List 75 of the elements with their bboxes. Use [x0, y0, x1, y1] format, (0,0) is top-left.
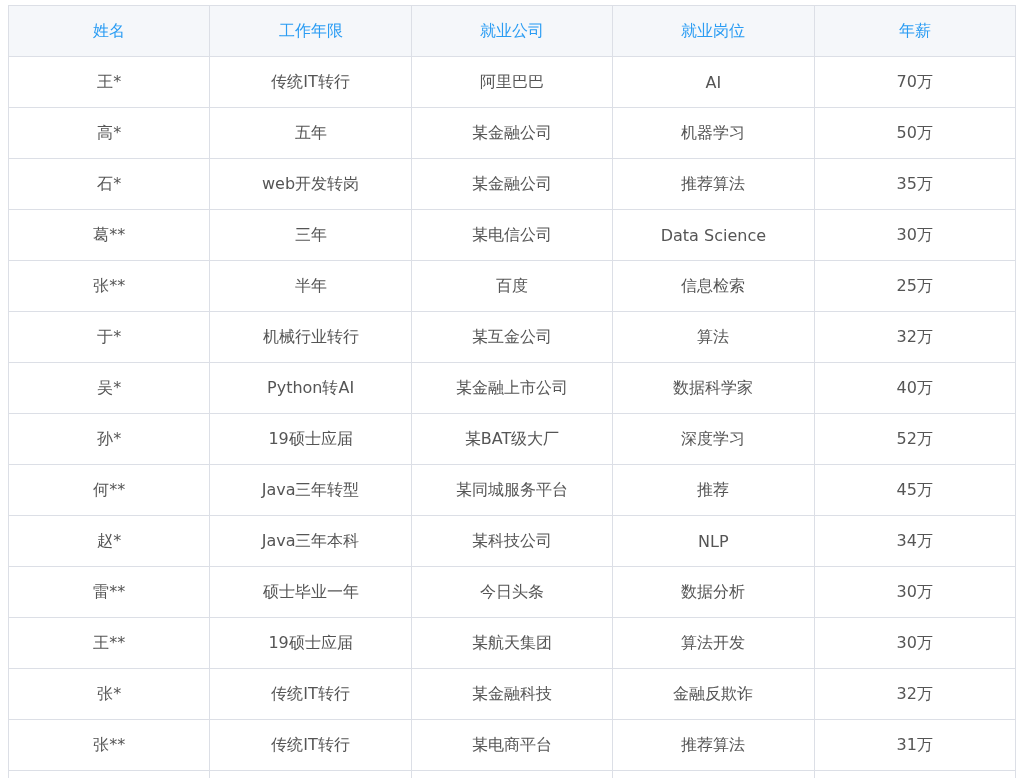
table-cell: 深度学习: [612, 413, 815, 465]
table-cell: 何**: [8, 464, 210, 516]
table-cell: 某同城服务平台: [411, 464, 613, 516]
table-cell: 阿里巴巴: [411, 56, 613, 108]
table-cell: 百度: [411, 260, 613, 312]
table-cell: 张*: [8, 668, 210, 720]
table-cell: 传统IT转行: [209, 56, 412, 108]
table-cell: 于*: [8, 311, 210, 363]
table-cell: 某金融公司: [411, 158, 613, 210]
table-cell: 三年: [209, 209, 412, 261]
table-cell: Data Science: [612, 209, 815, 261]
table-cell: AI: [612, 56, 815, 108]
table-cell: 30万: [814, 566, 1016, 618]
table-cell: Java三年转型: [209, 464, 412, 516]
column-header: 就业岗位: [612, 5, 815, 57]
table-cell: 机械行业转行: [209, 311, 412, 363]
table-cell: NLP: [612, 515, 815, 567]
table-cell: 传统IT转行: [209, 719, 412, 771]
table-cell: 45万: [814, 464, 1016, 516]
table-cell: 40万: [814, 362, 1016, 414]
table-cell: 葛**: [8, 209, 210, 261]
table-cell: 赵*: [8, 515, 210, 567]
table-cell: 32万: [814, 311, 1016, 363]
table-cell: 算法: [612, 311, 815, 363]
table-cell: Python转AI: [209, 362, 412, 414]
table-cell: 某金融上市公司: [411, 362, 613, 414]
table-cell: 今日头条: [411, 566, 613, 618]
table-cell: 孙*: [8, 413, 210, 465]
table-cell: 32万: [814, 668, 1016, 720]
table-cell: 张**: [8, 719, 210, 771]
table-cell: 推荐算法: [612, 158, 815, 210]
table-cell: 机器学习: [612, 107, 815, 159]
table-cell: 35万: [814, 158, 1016, 210]
table-cell: 某金融公司: [411, 107, 613, 159]
table-cell: 高*: [8, 107, 210, 159]
table-cell: 某科技公司: [411, 515, 613, 567]
table-cell: 五年: [209, 107, 412, 159]
table-cell: 70万: [814, 56, 1016, 108]
table-cell: 25万: [814, 260, 1016, 312]
table-cell: 王**: [8, 617, 210, 669]
table-cell: 推荐: [612, 464, 815, 516]
table-cell: Java三年本科: [209, 515, 412, 567]
table-cell: 某电信公司: [411, 209, 613, 261]
table-cell: 信息检索: [612, 260, 815, 312]
table-cell: 数据分析: [612, 566, 815, 618]
table-cell: 传统IT转行: [209, 668, 412, 720]
table-cell: 30万: [814, 209, 1016, 261]
table-cell: 某互金公司: [411, 311, 613, 363]
table-cell: 某电商平台: [411, 719, 613, 771]
table-cell: 半年: [209, 260, 412, 312]
table-cell: 34万: [814, 515, 1016, 567]
column-header: 年薪: [814, 5, 1016, 57]
table-cell: 金融反欺诈: [612, 668, 815, 720]
table-cell: 某航天集团: [411, 617, 613, 669]
table-cell: 石*: [8, 158, 210, 210]
table-cell: 数据科学家: [612, 362, 815, 414]
column-header: 姓名: [8, 5, 210, 57]
table-cell: 推荐算法: [612, 719, 815, 771]
table-cell: 52万: [814, 413, 1016, 465]
table-cell: web开发转岗: [209, 158, 412, 210]
table-cell: 19硕士应届: [209, 413, 412, 465]
table-cell: 算法开发: [612, 617, 815, 669]
table-cell: 30万: [814, 617, 1016, 669]
table-cell: 某金融科技: [411, 668, 613, 720]
table-cell: 某BAT级大厂: [411, 413, 613, 465]
table-cell: 张**: [8, 260, 210, 312]
table-cell: 50万: [814, 107, 1016, 159]
column-header: 就业公司: [411, 5, 613, 57]
table-cell: 19硕士应届: [209, 617, 412, 669]
table-cell: 雷**: [8, 566, 210, 618]
table-cell: 硕士毕业一年: [209, 566, 412, 618]
column-header: 工作年限: [209, 5, 412, 57]
table-cell: 31万: [814, 719, 1016, 771]
table-cell: 吴*: [8, 362, 210, 414]
table-cell: 王*: [8, 56, 210, 108]
